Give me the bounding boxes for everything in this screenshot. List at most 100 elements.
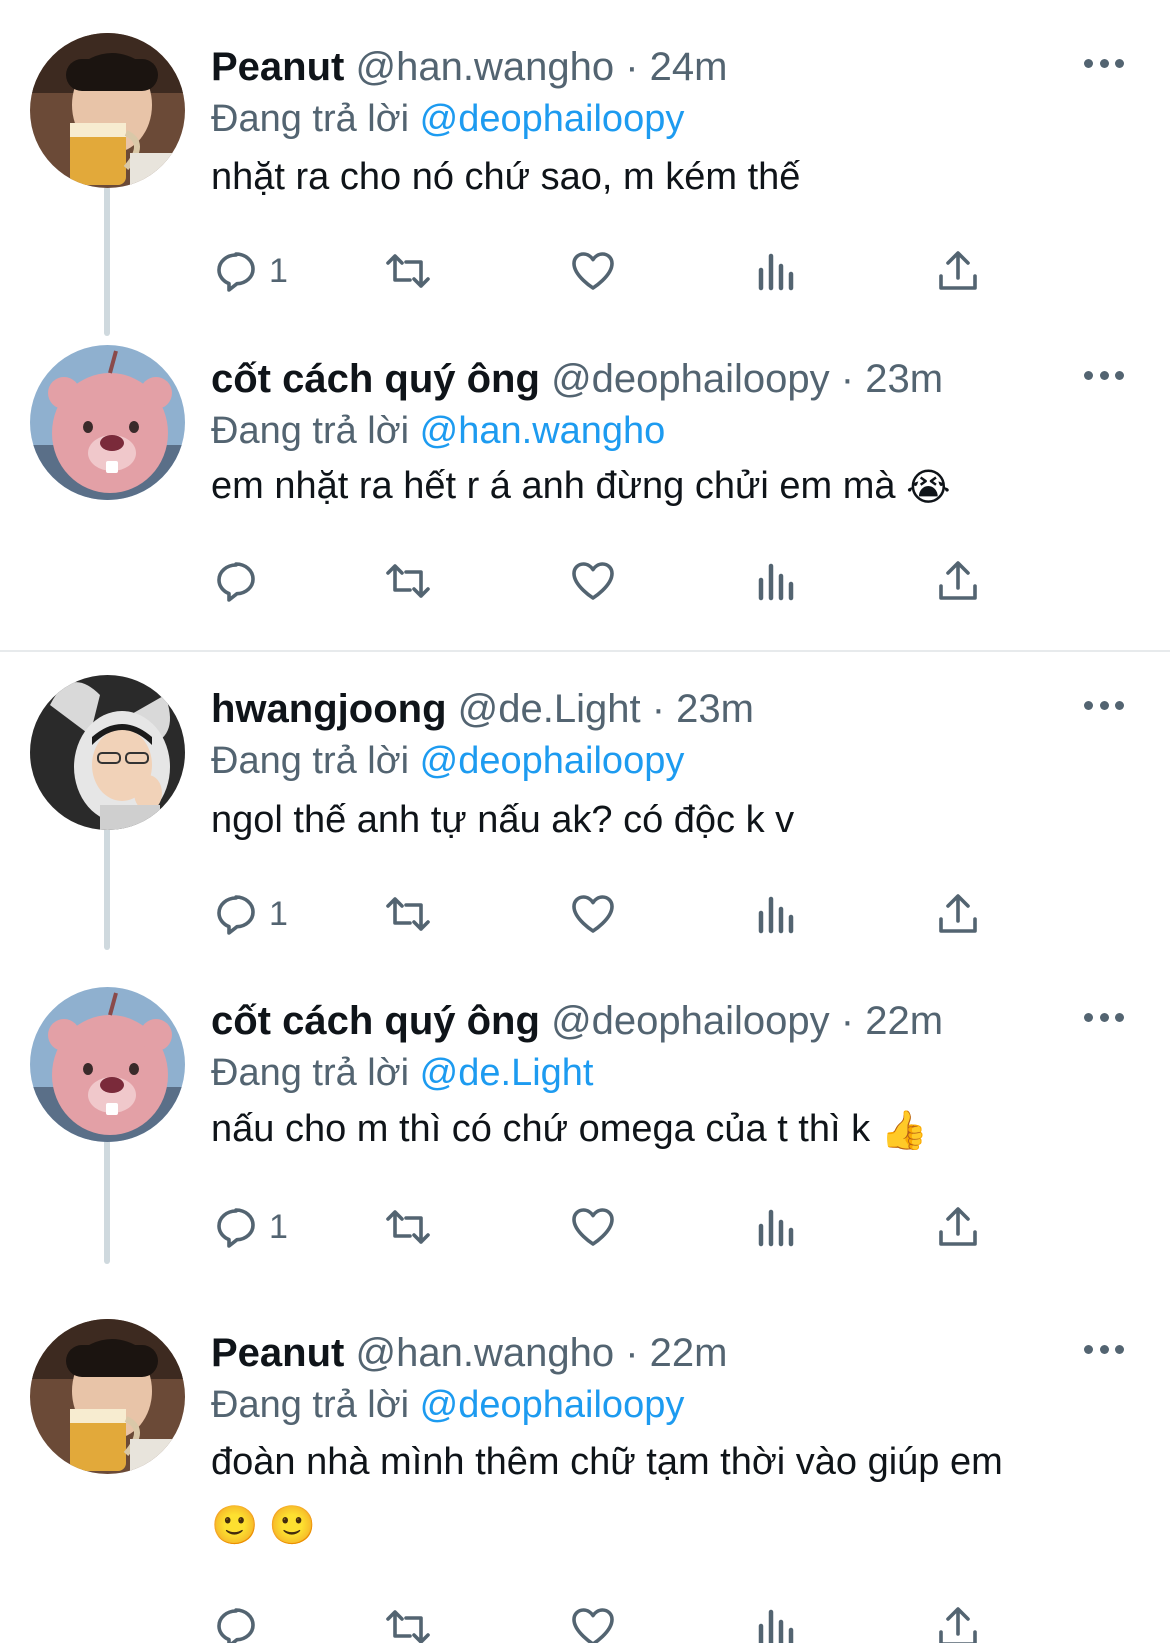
retweet-button[interactable] [383,243,433,299]
replying-to-label: Đang trả lời [211,98,410,140]
views-button[interactable] [751,1199,801,1255]
mention-link[interactable]: @deophailoopy [420,1384,685,1426]
more-icon[interactable] [1084,367,1124,383]
tweet-actions: 1 [211,886,1031,942]
like-button[interactable] [568,243,618,299]
more-icon[interactable] [1084,1009,1124,1025]
mention-link[interactable]: @han.wangho [420,410,666,452]
display-name[interactable]: cốt cách quý ông [211,357,540,401]
tweet-text-content: đoàn nhà mình thêm chữ tạm thời vào giúp… [211,1441,1003,1483]
views-button[interactable] [751,553,801,609]
reply-button[interactable]: 1 [211,886,288,942]
replying-to: Đang trả lời @deophailoopy [211,735,684,787]
retweet-icon [386,254,430,288]
tweet-header: cốt cách quý ông @deophailoopy · 23m [211,351,1130,407]
tweet-header: cốt cách quý ông @deophailoopy · 22m [211,993,1130,1049]
share-icon [939,251,977,290]
more-icon[interactable] [1084,55,1124,71]
retweet-button[interactable] [383,1199,433,1255]
share-button[interactable] [933,243,983,299]
retweet-button[interactable] [383,553,433,609]
thread-divider [0,650,1170,652]
share-button[interactable] [933,553,983,609]
timestamp[interactable]: 22m [865,999,943,1043]
display-name[interactable]: hwangjoong [211,687,447,731]
tweet-actions [211,1599,1031,1643]
tweet[interactable]: Peanut @han.wangho · 24m Đang trả lời @d… [0,33,1170,323]
separator-dot: · [651,687,666,731]
crying-emoji: 😭 [906,466,951,509]
like-icon [572,1608,614,1643]
reply-icon [217,1208,255,1248]
reply-button[interactable]: 1 [211,1199,288,1255]
share-button[interactable] [933,886,983,942]
timestamp[interactable]: 23m [865,357,943,401]
username[interactable]: @han.wangho [355,1331,614,1375]
tweet-header: hwangjoong @de.Light · 23m [211,681,1130,737]
more-icon[interactable] [1084,1341,1124,1357]
avatar[interactable] [30,33,185,188]
share-icon [939,1207,977,1246]
avatar[interactable] [30,675,185,830]
tweet[interactable]: hwangjoong @de.Light · 23m Đang trả lời … [0,675,1170,965]
views-button[interactable] [751,243,801,299]
display-name[interactable]: cốt cách quý ông [211,999,540,1043]
replying-to-label: Đang trả lời [211,740,410,782]
tweet[interactable]: cốt cách quý ông @deophailoopy · 22m Đan… [0,987,1170,1277]
mention-link[interactable]: @deophailoopy [420,740,685,782]
retweet-icon [386,564,430,598]
like-button[interactable] [568,886,618,942]
views-button[interactable] [751,1599,801,1643]
username[interactable]: @deophailoopy [551,357,830,401]
reply-button[interactable] [211,1599,269,1643]
display-name[interactable]: Peanut [211,45,344,89]
tweet-actions [211,553,1031,609]
username[interactable]: @han.wangho [355,45,614,89]
avatar-photo-peanut [30,33,185,188]
avatar[interactable] [30,345,185,500]
like-button[interactable] [568,1199,618,1255]
mention-link[interactable]: @de.Light [420,1052,594,1094]
timestamp[interactable]: 23m [676,687,754,731]
share-button[interactable] [933,1199,983,1255]
like-button[interactable] [568,553,618,609]
retweet-button[interactable] [383,886,433,942]
tweet[interactable]: Peanut @han.wangho · 22m Đang trả lời @d… [0,1319,1170,1643]
timestamp[interactable]: 22m [650,1331,728,1375]
tweet[interactable]: cốt cách quý ông @deophailoopy · 23m Đan… [0,345,1170,635]
more-icon[interactable] [1084,697,1124,713]
like-icon [572,252,614,290]
tweet-text: nhặt ra cho nó chứ sao, m kém thế [211,146,800,208]
replying-to: Đang trả lời @de.Light [211,1047,593,1099]
reply-count: 1 [269,251,288,290]
tweet-text: ngol thế anh tự nấu ak? có độc k v [211,789,794,851]
tweet-text-content: nấu cho m thì có chứ omega của t thì k [211,1108,871,1150]
share-icon [939,1607,977,1643]
tweet-actions: 1 [211,1199,1031,1255]
views-icon [758,1609,794,1643]
tweet-header: Peanut @han.wangho · 22m [211,1325,1130,1381]
share-button[interactable] [933,1599,983,1643]
avatar[interactable] [30,1319,185,1474]
views-button[interactable] [751,886,801,942]
username[interactable]: @deophailoopy [551,999,830,1043]
username[interactable]: @de.Light [458,687,641,731]
display-name[interactable]: Peanut [211,1331,344,1375]
retweet-icon [386,1210,430,1244]
share-icon [939,894,977,933]
mention-link[interactable]: @deophailoopy [420,98,685,140]
avatar[interactable] [30,987,185,1142]
timestamp[interactable]: 24m [650,45,728,89]
like-button[interactable] [568,1599,618,1643]
tweet-text: nấu cho m thì có chứ omega của t thì k 👍 [211,1098,928,1162]
views-icon [758,253,794,291]
reply-button[interactable] [211,553,269,609]
reply-button[interactable]: 1 [211,243,288,299]
reply-icon [217,895,255,935]
retweet-button[interactable] [383,1599,433,1643]
like-icon [572,1208,614,1246]
reply-icon [217,252,255,292]
avatar-photo-hwangjoong [30,675,185,830]
replying-to: Đang trả lời @deophailoopy [211,1379,684,1431]
avatar-photo-peanut [30,1319,185,1474]
